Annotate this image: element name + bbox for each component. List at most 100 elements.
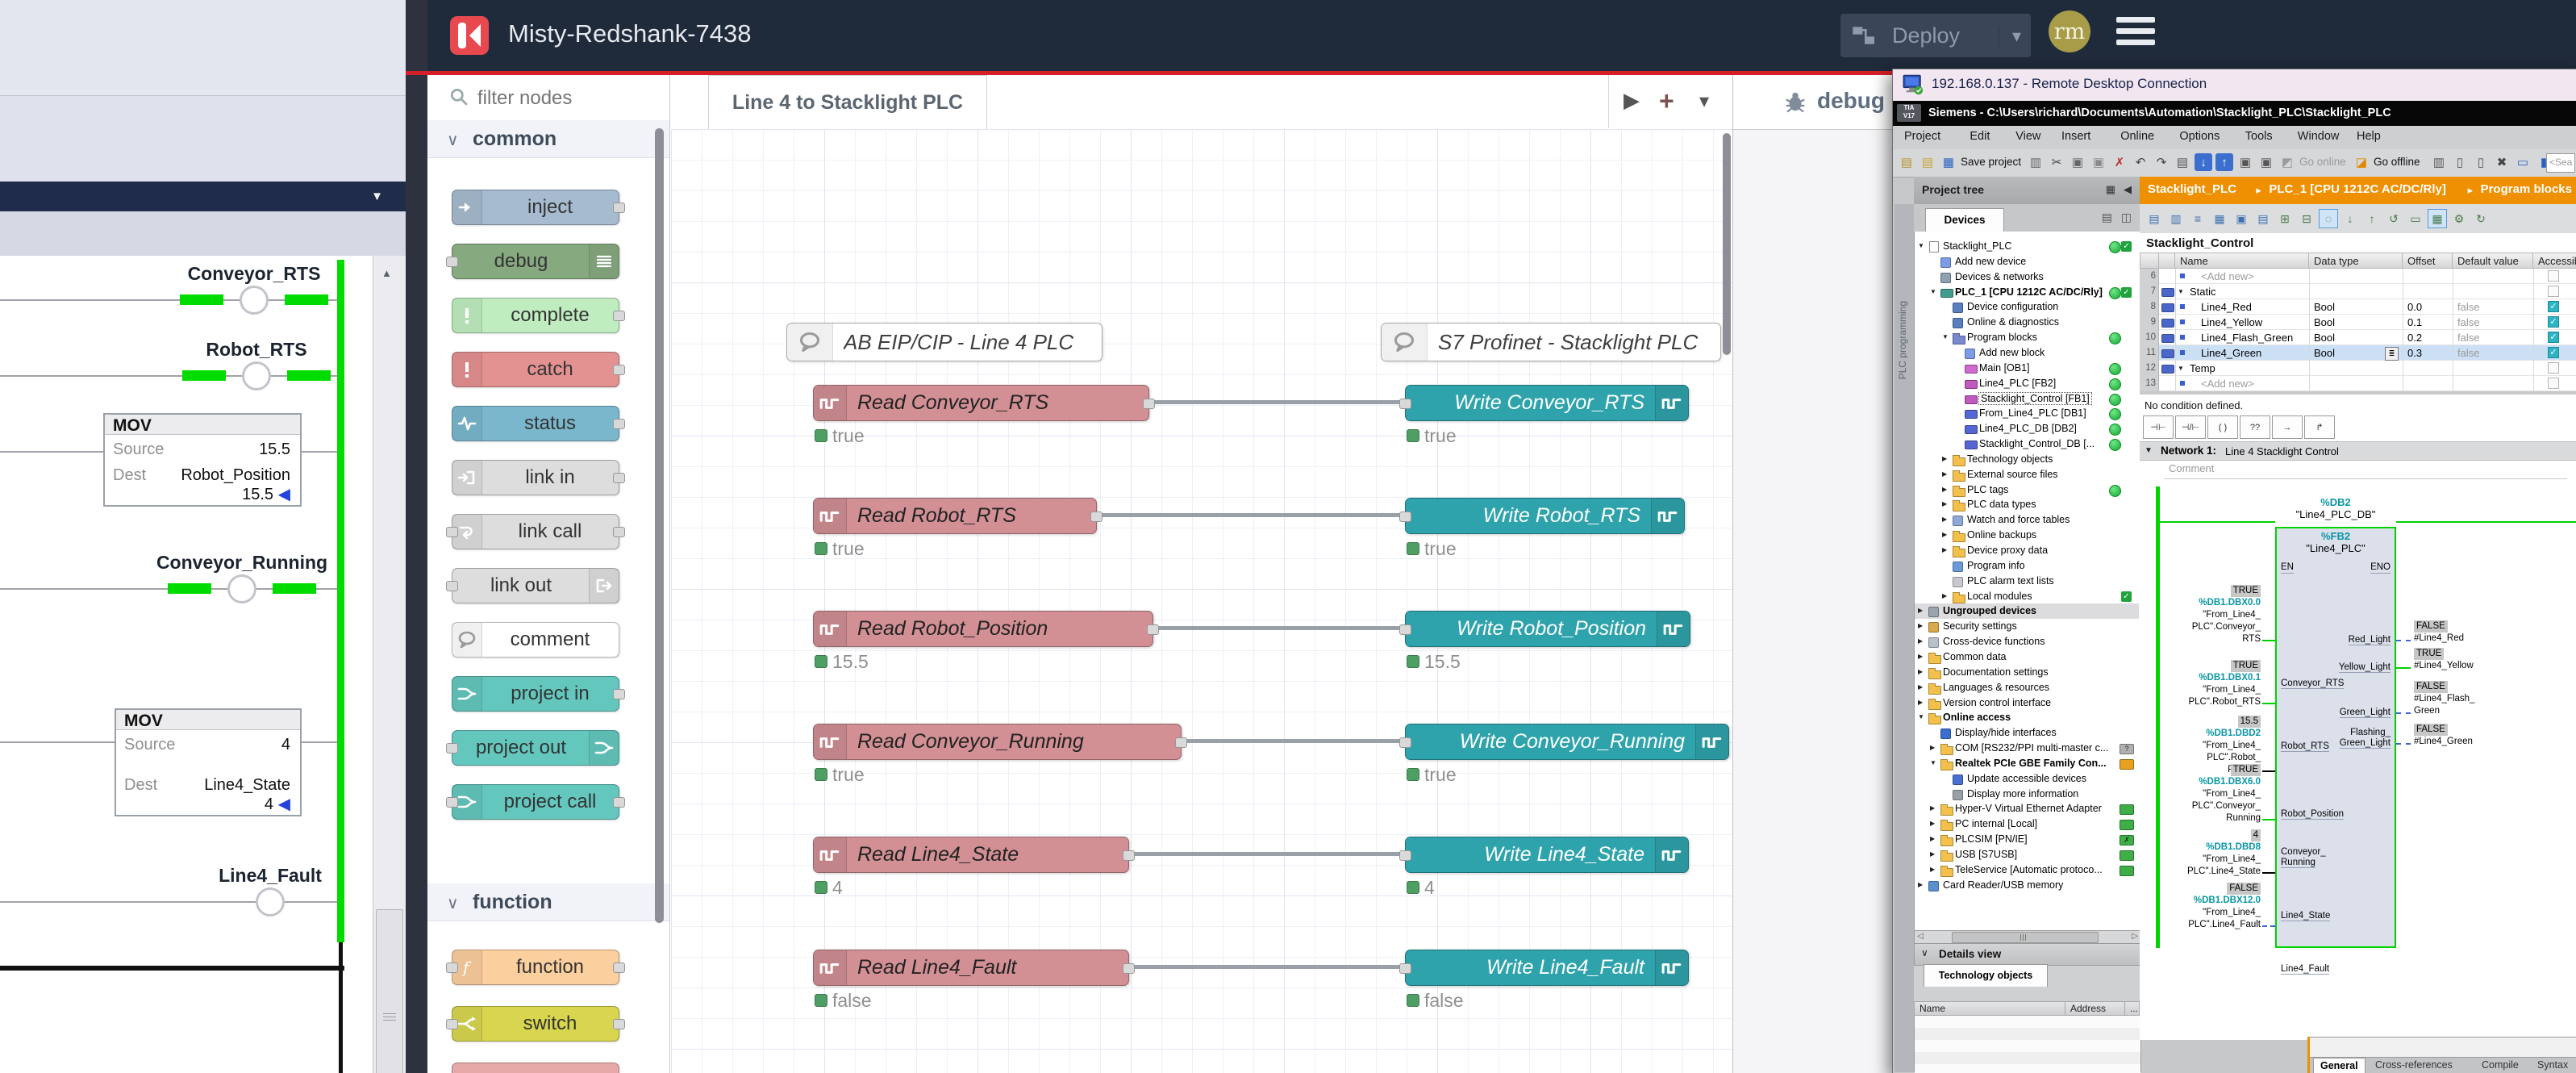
main-menu-button[interactable] xyxy=(2116,17,2155,54)
node-port-input[interactable] xyxy=(1399,624,1411,635)
node-port-output[interactable] xyxy=(613,419,625,429)
tab-devices[interactable]: Devices xyxy=(1925,208,2004,232)
node-port-output[interactable] xyxy=(613,689,625,699)
tree-item-version-control-interface[interactable]: ▶Version control interface xyxy=(1915,695,2139,711)
expanded-arrow-icon[interactable]: ▼ xyxy=(1942,333,1949,340)
tree-item-display-more-information[interactable]: Display more information xyxy=(1915,787,2139,802)
coil-icon[interactable]: ( ) xyxy=(2207,415,2238,439)
nodered-logo-icon[interactable] xyxy=(450,16,489,55)
side-tab-plc-programming[interactable]: PLC programming xyxy=(1897,301,1908,379)
tab-line4-to-stacklight[interactable]: Line 4 to Stacklight PLC xyxy=(708,75,987,129)
no-contact-icon[interactable]: ⊣⊢ xyxy=(2143,415,2174,439)
tree-item-hyper-v-virtual-ethernet-adapter[interactable]: ▶Hyper-V Virtual Ethernet Adapter xyxy=(1915,801,2139,816)
tree-item-stacklight-control-db-[interactable]: Stacklight_Control_DB [... xyxy=(1915,436,2139,452)
paste-icon[interactable]: ▣ xyxy=(2090,153,2107,171)
table-row-7[interactable]: 7▼Static✓ xyxy=(2140,284,2576,299)
undo-icon[interactable]: ↶ xyxy=(2132,153,2149,171)
run-flow-icon[interactable]: ▶ xyxy=(1624,88,1640,113)
node-port-output[interactable] xyxy=(613,202,625,213)
tree-item-from-line4-plc-db1-[interactable]: From_Line4_PLC [DB1] xyxy=(1915,406,2139,421)
tree-search-toggle-icon[interactable]: ◫ xyxy=(2121,211,2132,224)
tree-item-plc-1-cpu-1212c-ac-dc-rly-[interactable]: ▼PLC_1 [CPU 1212C AC/DC/Rly]✓ xyxy=(1915,285,2139,300)
collapsed-arrow-icon[interactable]: ▶ xyxy=(1930,850,1935,858)
node-port-input[interactable] xyxy=(446,743,458,754)
tree-item-add-new-block[interactable]: Add new block xyxy=(1915,345,2139,361)
start-cpu-icon[interactable]: ▣ xyxy=(2236,153,2254,171)
go-offline-label[interactable]: Go offline xyxy=(2374,156,2420,168)
tree-item-plc-tags[interactable]: ▶PLC tags xyxy=(1915,482,2139,498)
node-port-output[interactable] xyxy=(1143,399,1155,409)
collapsed-arrow-icon[interactable]: ▶ xyxy=(1942,516,1947,523)
window-split2-icon[interactable]: ▯ xyxy=(2472,153,2490,171)
tree-item-technology-objects[interactable]: ▶Technology objects xyxy=(1915,452,2139,467)
node-port-input[interactable] xyxy=(446,257,458,267)
menu-window[interactable]: Window xyxy=(2298,130,2340,143)
tree-item-add-new-device[interactable]: Add new device xyxy=(1915,254,2139,269)
collapsed-arrow-icon[interactable]: ▶ xyxy=(1930,804,1935,812)
ladder-scrollbar[interactable]: ▲ xyxy=(373,256,406,1073)
flow-canvas[interactable]: AB EIP/CIP - Line 4 PLCS7 Profinet - Sta… xyxy=(671,129,1732,1073)
read-node-Read-Conveyor_Running[interactable]: Read Conveyor_Running xyxy=(813,724,1182,760)
tree-item-plc-alarm-text-lists[interactable]: PLC alarm text lists xyxy=(1915,574,2139,589)
write-node-Write-Line4_Fault[interactable]: Write Line4_Fault xyxy=(1405,950,1689,986)
tree-item-stacklight-control-fb1-[interactable]: Stacklight_Control [FB1] xyxy=(1915,391,2139,407)
collapsed-arrow-icon[interactable]: ▶ xyxy=(1942,592,1947,599)
read-node-Read-Robot_Position[interactable]: Read Robot_Position xyxy=(813,611,1153,647)
node-port-input[interactable] xyxy=(1399,850,1411,861)
breadcrumb-item[interactable]: PLC_1 [CPU 1212C AC/DC/Rly] xyxy=(2269,182,2446,196)
delete-row-icon[interactable]: ▥ xyxy=(2166,209,2186,228)
comment-node[interactable]: S7 Profinet - Stacklight PLC xyxy=(1381,323,1721,361)
read-node-Read-Line4_Fault[interactable]: Read Line4_Fault xyxy=(813,950,1129,986)
network-header[interactable]: ▼ Network 1: Line 4 Stacklight Control xyxy=(2140,441,2576,461)
retain-icon[interactable]: ⚙ xyxy=(2449,209,2469,228)
tree-item-program-blocks[interactable]: ▼Program blocks xyxy=(1915,330,2139,345)
breadcrumb-item[interactable]: Stacklight_PLC xyxy=(2148,182,2236,196)
diagnostics-icon[interactable]: ▥ xyxy=(2430,153,2448,171)
copy-icon[interactable]: ▣ xyxy=(2069,153,2086,171)
palette-node-link-call[interactable]: link call xyxy=(452,514,619,549)
read-node-Read-Robot_RTS[interactable]: Read Robot_RTS xyxy=(813,498,1097,534)
collapsed-arrow-icon[interactable]: ▶ xyxy=(1918,668,1923,675)
node-port-input[interactable] xyxy=(446,962,458,973)
collapsed-arrow-icon[interactable]: ▶ xyxy=(1918,622,1923,629)
collapsed-arrow-icon[interactable]: ▶ xyxy=(1942,470,1947,478)
menu-online[interactable]: Online xyxy=(2120,130,2154,143)
node-port-input[interactable] xyxy=(1399,737,1411,748)
collapsed-arrow-icon[interactable]: ▶ xyxy=(1918,683,1923,691)
palette-node-link-in[interactable]: link in xyxy=(452,460,619,495)
palette-node-project-in[interactable]: project in xyxy=(452,676,619,712)
palette-search[interactable] xyxy=(427,75,669,121)
expanded-arrow-icon[interactable]: ▼ xyxy=(1918,713,1924,720)
node-port-input[interactable] xyxy=(1399,963,1411,974)
ladder-title-bar[interactable]: ▼ xyxy=(0,182,407,211)
download-icon[interactable]: ↓ xyxy=(2195,153,2212,171)
inspector-tab-compile[interactable]: Compile xyxy=(2475,1058,2525,1073)
add-flow-icon[interactable]: + xyxy=(1659,86,1674,116)
collapsed-arrow-icon[interactable]: ▶ xyxy=(1942,500,1947,507)
inspector-tab-syntax[interactable]: Syntax xyxy=(2531,1058,2574,1073)
save-icon[interactable]: ▦ xyxy=(1940,153,1957,171)
accessible-checkbox[interactable]: ✓ xyxy=(2548,347,2559,358)
read-node-Read-Conveyor_RTS[interactable]: Read Conveyor_RTS xyxy=(813,385,1149,421)
tia-title-bar[interactable]: TIAV17 Siemens - C:\Users\richard\Docume… xyxy=(1893,101,2576,126)
tree-item-main-ob1-[interactable]: Main [OB1] xyxy=(1915,361,2139,376)
menu-tools[interactable]: Tools xyxy=(2245,130,2273,143)
nc-contact-icon[interactable]: ⊣/⊢ xyxy=(2175,415,2206,439)
palette-node-inject[interactable]: inject xyxy=(452,190,619,225)
tree-item-device-configuration[interactable]: Device configuration xyxy=(1915,299,2139,315)
palette-node-status[interactable]: status xyxy=(452,406,619,441)
reset-icon[interactable]: ↺ xyxy=(2384,209,2403,228)
tree-item-pc-internal-local-[interactable]: ▶PC internal [Local] xyxy=(1915,816,2139,832)
tree-item-online-backups[interactable]: ▶Online backups xyxy=(1915,528,2139,543)
canvas-scrollbar[interactable] xyxy=(1723,133,1731,355)
tree-item-line4-plc-db-db2-[interactable]: Line4_PLC_DB [DB2] xyxy=(1915,421,2139,436)
tree-item-ungrouped-devices[interactable]: ▶Ungrouped devices xyxy=(1915,603,2139,619)
menu-edit[interactable]: Edit xyxy=(1970,130,1990,143)
node-port-output[interactable] xyxy=(613,311,625,321)
tree-item-documentation-settings[interactable]: ▶Documentation settings xyxy=(1915,665,2139,680)
palette-filter-input[interactable] xyxy=(476,83,657,114)
tree-item-card-reader-usb-memory[interactable]: ▶Card Reader/USB memory xyxy=(1915,878,2139,893)
write-node-Write-Conveyor_Running[interactable]: Write Conveyor_Running xyxy=(1405,724,1729,760)
tree-item-update-accessible-devices[interactable]: Update accessible devices xyxy=(1915,771,2139,787)
rung-tag-label[interactable]: Conveyor_RTS xyxy=(149,263,359,285)
